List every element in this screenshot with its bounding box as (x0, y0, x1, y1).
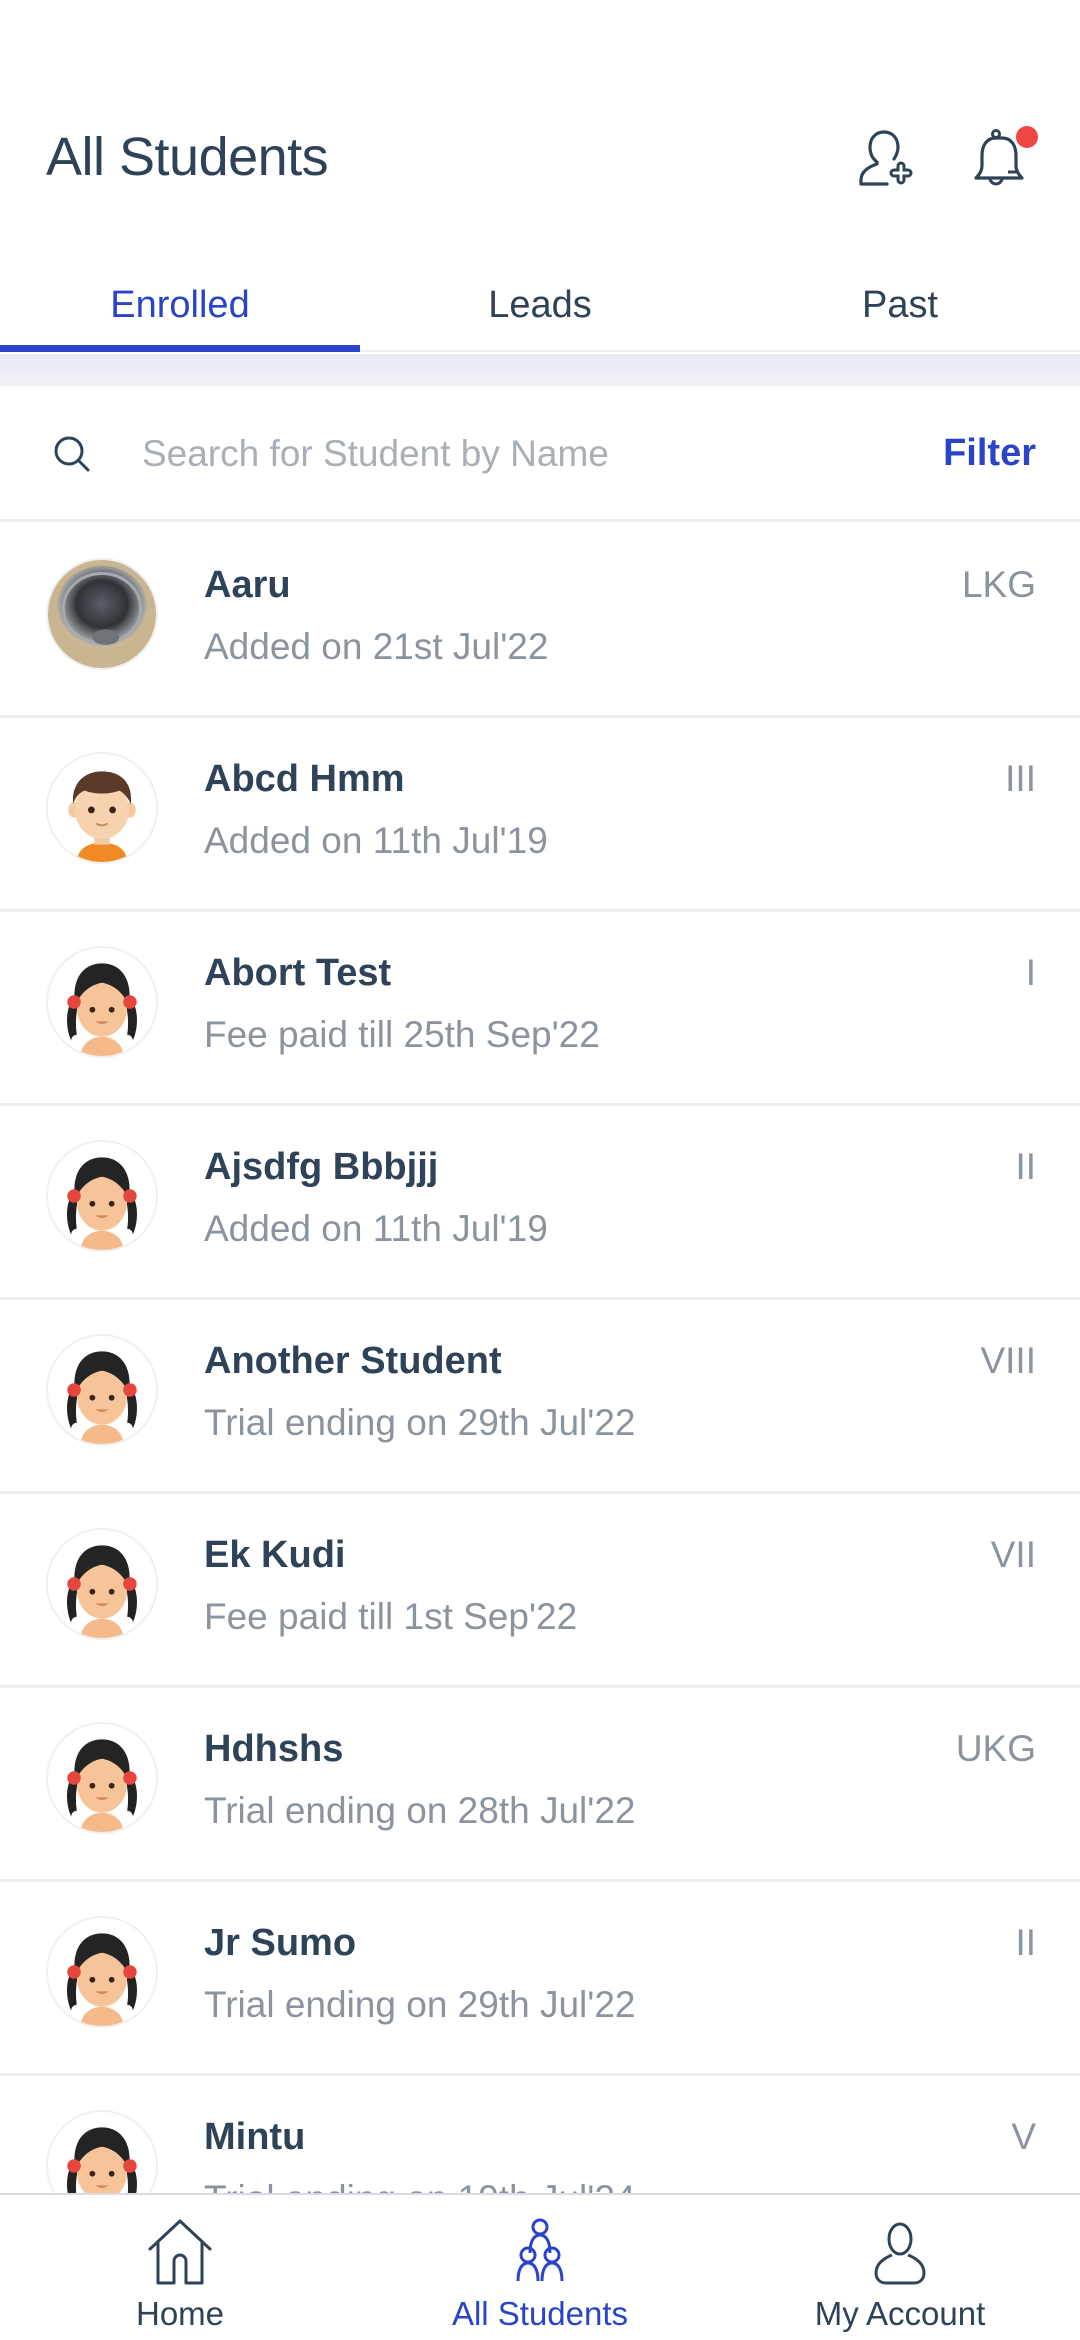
student-name: Aaru (204, 564, 291, 606)
notifications-button[interactable] (964, 120, 1044, 200)
nav-all-students-label: All Students (451, 2295, 629, 2332)
student-grade: II (1015, 1922, 1036, 1963)
photo-avatar-icon (48, 560, 156, 668)
account-icon (874, 2222, 926, 2285)
student-avatar (46, 1916, 158, 2028)
nav-all-students[interactable]: All Students (360, 2195, 720, 2340)
student-status: Added on 11th Jul'19 (204, 820, 548, 861)
student-tabs: Enrolled Leads Past (0, 260, 1080, 352)
student-status: Added on 11th Jul'19 (204, 1208, 548, 1249)
student-row[interactable]: Hdhshs Trial ending on 28th Jul'22 UKG (0, 1688, 1080, 1882)
nav-home-label: Home (135, 2295, 225, 2332)
student-status: Fee paid till 1st Sep'22 (204, 1596, 578, 1637)
student-grade: VIII (980, 1340, 1036, 1381)
student-row[interactable]: Ek Kudi Fee paid till 1st Sep'22 VII (0, 1494, 1080, 1688)
search-icon (54, 436, 90, 472)
girl-avatar-icon (48, 1724, 156, 1832)
bottom-navigation: Home All Students My Account (0, 2193, 1080, 2340)
tab-leads[interactable]: Leads (360, 260, 720, 350)
student-name: Another Student (204, 1340, 502, 1382)
nav-my-account-label: My Account (814, 2295, 986, 2332)
student-grade: VII (990, 1534, 1036, 1575)
page-title: All Students (46, 127, 329, 187)
student-avatar (46, 558, 158, 670)
student-name: Hdhshs (204, 1728, 344, 1770)
search-bar: Filter (0, 386, 1080, 522)
student-avatar (46, 1140, 158, 1252)
student-grade: II (1015, 1146, 1036, 1187)
home-icon (148, 2219, 212, 2285)
student-list: Aaru Added on 21st Jul'22 LKG Abcd Hmm A… (0, 524, 1080, 2270)
student-avatar (46, 1722, 158, 1834)
student-grade: LKG (961, 564, 1036, 605)
student-row[interactable]: Abcd Hmm Added on 11th Jul'19 III (0, 718, 1080, 912)
student-avatar (46, 946, 158, 1058)
student-name: Mintu (204, 2116, 306, 2158)
student-status: Trial ending on 28th Jul'22 (204, 1790, 636, 1831)
student-row[interactable]: Ajsdfg Bbbjjj Added on 11th Jul'19 II (0, 1106, 1080, 1300)
girl-avatar-icon (48, 948, 156, 1056)
girl-avatar-icon (48, 1142, 156, 1250)
add-student-icon (859, 130, 913, 186)
student-row[interactable]: Aaru Added on 21st Jul'22 LKG (0, 524, 1080, 718)
nav-my-account[interactable]: My Account (720, 2195, 1080, 2340)
student-name: Ek Kudi (204, 1534, 346, 1576)
student-grade: UKG (955, 1728, 1036, 1769)
student-status: Trial ending on 29th Jul'22 (204, 1984, 636, 2025)
student-name: Jr Sumo (204, 1922, 357, 1964)
student-name: Ajsdfg Bbbjjj (204, 1146, 439, 1188)
search-input[interactable] (142, 422, 902, 486)
student-grade: I (1025, 952, 1036, 993)
tab-enrolled[interactable]: Enrolled (0, 260, 360, 352)
student-avatar (46, 1334, 158, 1446)
student-row[interactable]: Abort Test Fee paid till 25th Sep'22 I (0, 912, 1080, 1106)
student-status: Trial ending on 29th Jul'22 (204, 1402, 636, 1443)
student-status: Fee paid till 25th Sep'22 (204, 1014, 600, 1055)
tab-past[interactable]: Past (720, 260, 1080, 350)
student-row[interactable]: Jr Sumo Trial ending on 29th Jul'22 II (0, 1882, 1080, 2076)
filter-button[interactable]: Filter (943, 432, 1036, 475)
student-row[interactable]: Another Student Trial ending on 29th Jul… (0, 1300, 1080, 1494)
student-name: Abcd Hmm (204, 758, 405, 800)
girl-avatar-icon (48, 1530, 156, 1638)
section-divider (0, 354, 1080, 386)
girl-avatar-icon (48, 1918, 156, 2026)
student-grade: III (1005, 758, 1036, 799)
nav-home[interactable]: Home (0, 2195, 360, 2340)
student-avatar (46, 1528, 158, 1640)
student-grade: V (1011, 2116, 1036, 2157)
student-status: Added on 21st Jul'22 (204, 626, 549, 667)
add-student-button[interactable] (848, 120, 928, 200)
student-name: Abort Test (204, 952, 392, 994)
notification-badge (1016, 126, 1038, 148)
app-header: All Students (0, 0, 1080, 260)
girl-avatar-icon (48, 1336, 156, 1444)
students-group-icon (516, 2218, 564, 2282)
boy-avatar-icon (48, 754, 156, 862)
student-avatar (46, 752, 158, 864)
